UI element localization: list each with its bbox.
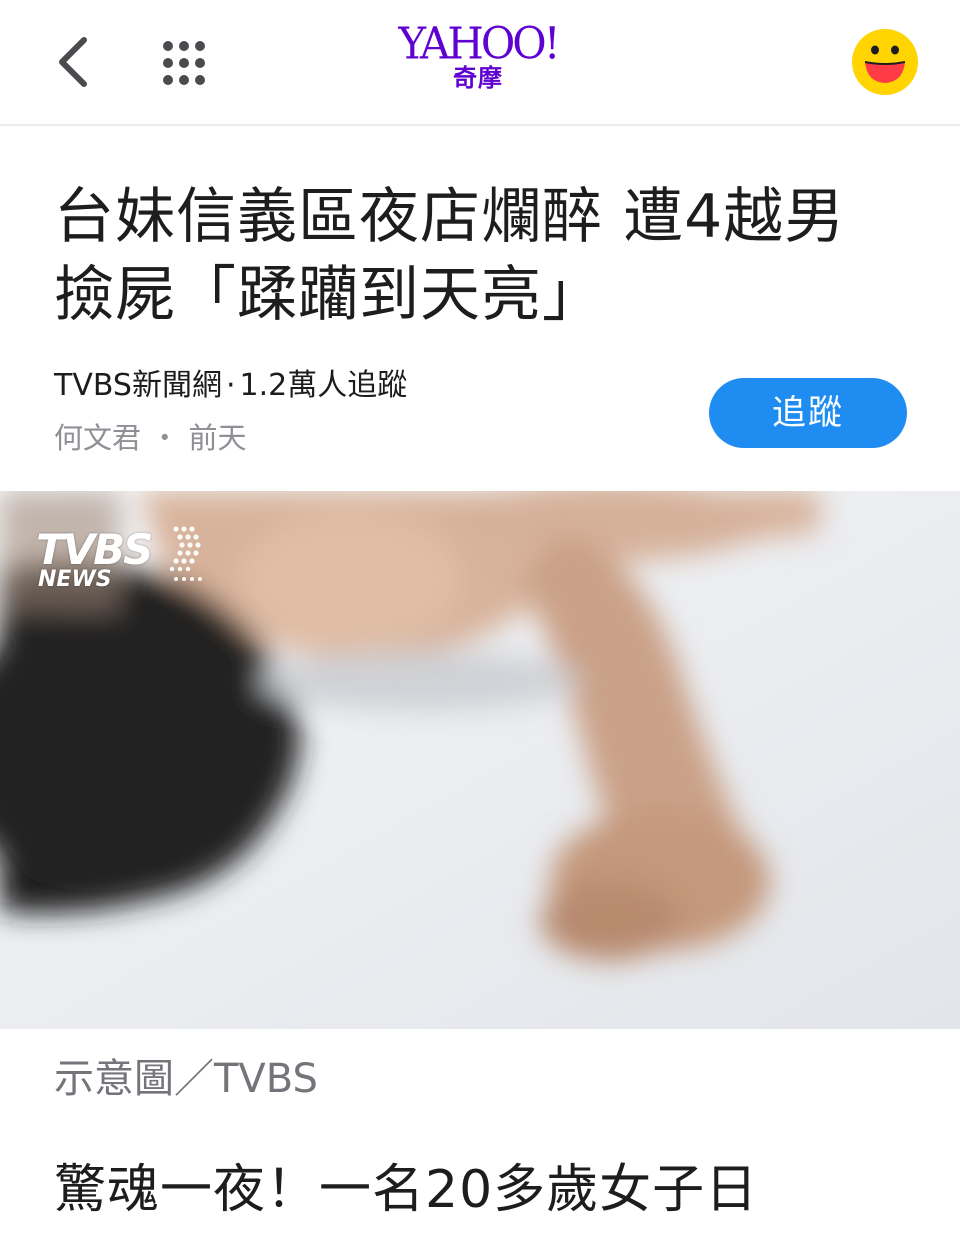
provider-info: TVBS新聞網 · 1.2萬人追蹤 — [54, 366, 407, 406]
meta-separator: ・ — [141, 421, 189, 455]
meta-separator: · — [225, 368, 236, 403]
provider-name[interactable]: TVBS新聞網 — [54, 368, 222, 403]
watermark-sub: NEWS — [38, 567, 112, 592]
watermark-dots-icon — [169, 526, 202, 581]
publish-time: 前天 — [188, 421, 247, 455]
follow-button[interactable]: 追蹤 — [709, 378, 907, 448]
logo-wordmark: YAHOO! — [398, 17, 560, 70]
profile-button[interactable] — [851, 28, 919, 96]
grid-dots-icon — [163, 41, 205, 85]
follower-count: 1.2萬人追蹤 — [239, 368, 408, 403]
back-button[interactable] — [50, 32, 100, 92]
author-name: 何文君 — [54, 421, 142, 455]
top-navigation-bar: YAHOO! 奇摩 — [0, 0, 960, 126]
chevron-left-icon — [59, 37, 87, 87]
image-caption: 示意圖／TVBS — [54, 1056, 318, 1102]
apps-menu-button[interactable] — [158, 38, 210, 88]
yahoo-logo[interactable]: YAHOO! 奇摩 — [388, 17, 568, 102]
article-headline: 台妹信義區夜店爛醉 遭4越男 撿屍「蹂躪到天亮」 — [54, 178, 914, 334]
page-bottom-edge — [0, 1240, 960, 1252]
article-body-first-line: 驚魂一夜！一名20多歲女子日 — [54, 1160, 759, 1220]
headline-line-1: 台妹信義區夜店爛醉 遭4越男 — [54, 182, 846, 252]
smiley-face-icon — [852, 29, 918, 95]
author-info: 何文君 ・ 前天 — [54, 418, 246, 458]
headline-line-2: 撿屍「蹂躪到天亮」 — [54, 260, 603, 330]
tvbs-watermark: TVBS NEWS — [36, 521, 206, 601]
article-hero-image[interactable]: TVBS NEWS — [0, 491, 960, 1029]
